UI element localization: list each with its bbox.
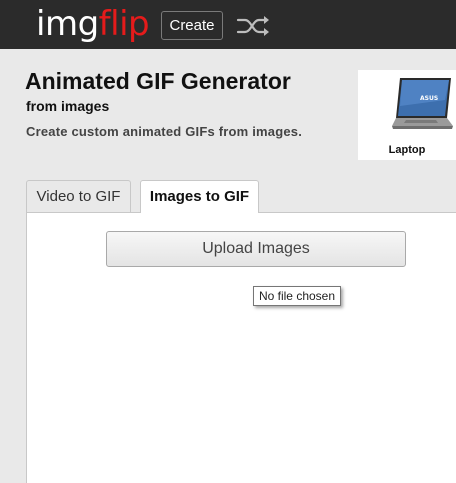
page-description: Create custom animated GIFs from images. [26,124,303,139]
ad-laptop[interactable]: ASUS Laptop [358,70,456,160]
tab-images-to-gif[interactable]: Images to GIF [140,180,259,213]
create-button[interactable]: Create [161,11,223,40]
laptop-icon: ASUS [392,78,453,129]
upload-images-button[interactable]: Upload Images [106,231,406,267]
page-subtitle: from images [26,98,110,114]
imgflip-logo[interactable]: imgflip [36,4,150,44]
page-title: Animated GIF Generator [25,68,291,94]
tab-video-to-gif[interactable]: Video to GIF [26,180,131,212]
file-status-tooltip: No file chosen [253,286,341,306]
svg-text:ASUS: ASUS [420,95,438,102]
shuffle-icon[interactable] [236,15,270,37]
ad-label: Laptop [388,144,426,156]
logo-img-text: img [36,4,99,44]
logo-flip-text: flip [98,4,150,44]
top-navbar: imgflip Create [0,0,456,49]
